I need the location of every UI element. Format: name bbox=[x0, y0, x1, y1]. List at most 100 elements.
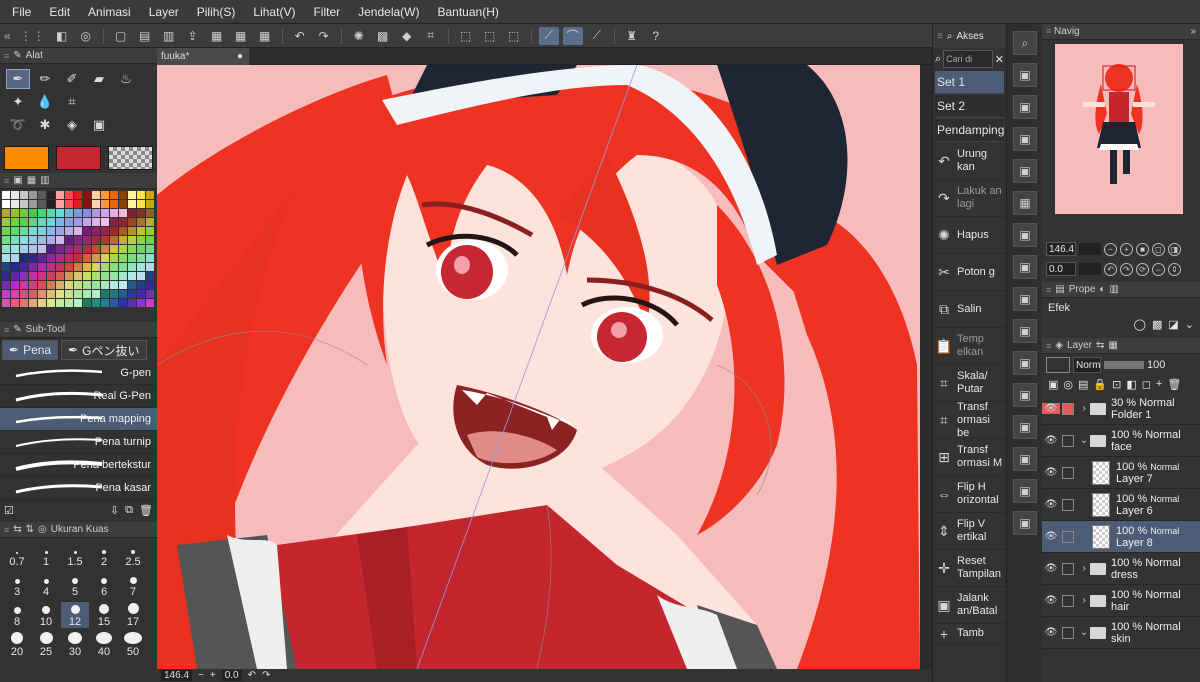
color-swatch[interactable] bbox=[110, 218, 118, 226]
color-swatch[interactable] bbox=[83, 281, 91, 289]
color-wheel-tab-icon[interactable]: ▣ bbox=[13, 175, 22, 186]
rotate-left-icon[interactable]: ↶ bbox=[1104, 262, 1117, 276]
learn-icon[interactable]: ♜ bbox=[622, 27, 642, 45]
effect-dropdown-icon[interactable]: ⌄ bbox=[1185, 318, 1194, 331]
color-swatch[interactable] bbox=[83, 218, 91, 226]
color-swatch[interactable] bbox=[137, 290, 145, 298]
color-swatch[interactable] bbox=[128, 272, 136, 280]
deselect-icon[interactable]: ⬚ bbox=[456, 27, 476, 45]
menu-edit[interactable]: Edit bbox=[40, 5, 79, 19]
layer-row[interactable]: 👁 › 100 % Normal hair bbox=[1042, 585, 1200, 617]
color-swatch[interactable] bbox=[29, 299, 37, 307]
brush-size-option[interactable]: 25 bbox=[32, 632, 60, 658]
color-swatch[interactable] bbox=[11, 272, 19, 280]
color-swatch[interactable] bbox=[110, 299, 118, 307]
color-swatch[interactable] bbox=[47, 272, 55, 280]
color-swatch[interactable] bbox=[128, 227, 136, 235]
brush-pena-bertekstur[interactable]: Pena bertekstur bbox=[0, 454, 157, 477]
color-swatch[interactable] bbox=[20, 245, 28, 253]
color-swatch[interactable] bbox=[92, 272, 100, 280]
fill-icon[interactable]: ◆ bbox=[397, 27, 417, 45]
layer-row[interactable]: 👁 › 100 % Normal dress bbox=[1042, 553, 1200, 585]
brush-size-option[interactable]: 5 bbox=[61, 572, 89, 598]
color-swatch[interactable] bbox=[2, 281, 10, 289]
color-swatch[interactable] bbox=[110, 191, 118, 199]
chevron-right-icon[interactable]: › bbox=[1078, 595, 1090, 606]
color-swatch[interactable] bbox=[11, 209, 19, 217]
command-scale-rotate[interactable]: ⌗ Skala/ Putar bbox=[933, 365, 1006, 402]
jpg-icon[interactable]: ▦ bbox=[207, 27, 227, 45]
draft-layer-icon[interactable]: ▤ bbox=[1078, 378, 1088, 391]
pencil-tool-icon[interactable]: ✏ bbox=[33, 69, 57, 89]
command-undo[interactable]: ↶ Urung kan bbox=[933, 143, 1006, 180]
menu-file[interactable]: File bbox=[0, 5, 40, 19]
color-swatch[interactable] bbox=[146, 209, 154, 217]
color-swatch[interactable] bbox=[47, 245, 55, 253]
rotate-left-icon[interactable]: ↶ bbox=[248, 670, 256, 681]
color-swatch[interactable] bbox=[128, 281, 136, 289]
color-swatch[interactable] bbox=[119, 263, 127, 271]
color-swatch[interactable] bbox=[2, 263, 10, 271]
color-swatch[interactable] bbox=[29, 200, 37, 208]
document-tab[interactable]: fuuka* ● bbox=[157, 48, 249, 65]
color-swatch[interactable] bbox=[29, 236, 37, 244]
color-swatch[interactable] bbox=[74, 272, 82, 280]
color-swatch[interactable] bbox=[128, 218, 136, 226]
color-swatch[interactable] bbox=[38, 209, 46, 217]
color-swatch[interactable] bbox=[20, 227, 28, 235]
color-swatch[interactable] bbox=[137, 236, 145, 244]
brush-size-option[interactable]: 1 bbox=[32, 542, 60, 568]
color-swatch[interactable] bbox=[47, 191, 55, 199]
open-file-icon[interactable]: ▤ bbox=[135, 27, 155, 45]
layer-select-checkbox[interactable] bbox=[1062, 466, 1074, 479]
blend-tool-icon[interactable]: 💧 bbox=[33, 92, 57, 112]
color-swatch[interactable] bbox=[119, 290, 127, 298]
layer-row[interactable]: 👁 100 % Normal Layer 8 bbox=[1042, 521, 1200, 553]
color-swatch[interactable] bbox=[137, 254, 145, 262]
color-swatch[interactable] bbox=[38, 272, 46, 280]
set-companion[interactable]: Pendamping bbox=[935, 119, 1004, 142]
subtool-settings-icon[interactable]: ☑ bbox=[4, 504, 14, 517]
color-swatch[interactable] bbox=[101, 290, 109, 298]
color-swatch[interactable] bbox=[83, 299, 91, 307]
clip-studio-icon[interactable]: ◧ bbox=[52, 27, 72, 45]
drawing-canvas[interactable] bbox=[157, 65, 920, 669]
color-swatch[interactable] bbox=[92, 236, 100, 244]
clear-outside-icon[interactable]: ▩ bbox=[373, 27, 393, 45]
opacity-slider[interactable] bbox=[1104, 361, 1144, 369]
main-color-swatch[interactable] bbox=[4, 146, 49, 170]
layer-color-icon[interactable]: ◪ bbox=[1168, 318, 1178, 331]
color-swatch[interactable] bbox=[110, 281, 118, 289]
color-swatch[interactable] bbox=[38, 227, 46, 235]
clear-search-icon[interactable]: ✕ bbox=[995, 53, 1004, 66]
command-run[interactable]: ▣ Jalank an/Batal bbox=[933, 587, 1006, 624]
material-panel-icon[interactable]: ▣ bbox=[1013, 511, 1037, 535]
color-swatch[interactable] bbox=[20, 236, 28, 244]
brush-g-pen[interactable]: G-pen bbox=[0, 362, 157, 385]
rotate-slider[interactable] bbox=[1079, 263, 1101, 275]
color-swatch[interactable] bbox=[137, 191, 145, 199]
brush-size-option[interactable]: 50 bbox=[119, 632, 147, 658]
material-panel-icon[interactable]: ▣ bbox=[1013, 447, 1037, 471]
delete-layer-icon[interactable]: 🗑 bbox=[1167, 378, 1181, 391]
tab-g-pen-custom[interactable]: ✒ Gペン抜い bbox=[61, 340, 147, 360]
color-swatch[interactable] bbox=[38, 218, 46, 226]
color-swatch[interactable] bbox=[137, 209, 145, 217]
lock-layer-icon[interactable]: 🔒 bbox=[1093, 378, 1107, 391]
color-swatch[interactable] bbox=[56, 290, 64, 298]
color-swatch[interactable] bbox=[11, 227, 19, 235]
tab-pena[interactable]: ✒ Pena bbox=[2, 340, 59, 360]
color-swatch[interactable] bbox=[38, 254, 46, 262]
color-history-tab-icon[interactable]: ▥ bbox=[1109, 284, 1118, 295]
material-panel-icon[interactable]: ▣ bbox=[1013, 319, 1037, 343]
close-tab-icon[interactable]: ● bbox=[237, 51, 243, 62]
brush-size-option[interactable]: 20 bbox=[3, 632, 31, 658]
brush-size-option[interactable]: 3 bbox=[3, 572, 31, 598]
command-cut[interactable]: ✂ Poton g bbox=[933, 254, 1006, 291]
transparent-color-swatch[interactable] bbox=[108, 146, 153, 170]
color-swatch[interactable] bbox=[119, 272, 127, 280]
color-swatch[interactable] bbox=[38, 236, 46, 244]
color-swatch[interactable] bbox=[20, 254, 28, 262]
color-swatch[interactable] bbox=[65, 200, 73, 208]
material-panel-icon[interactable]: ▣ bbox=[1013, 255, 1037, 279]
